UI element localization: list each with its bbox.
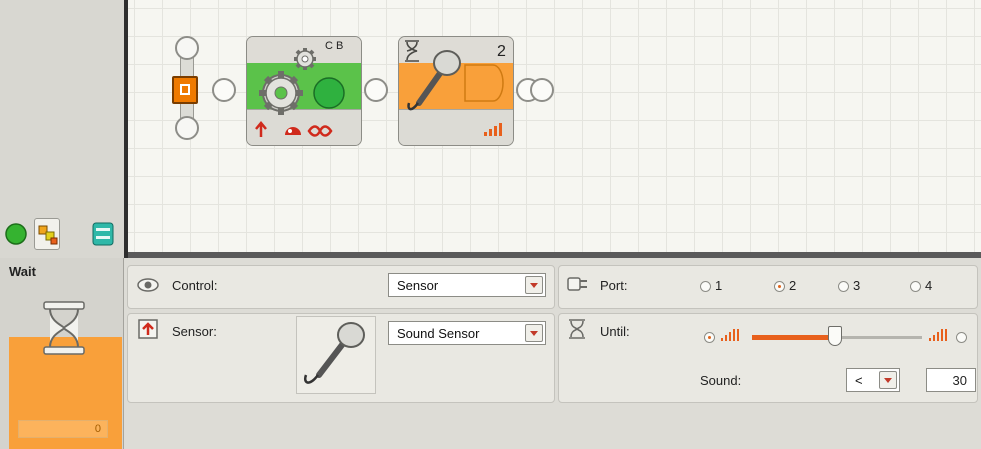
signal-high-icon (929, 329, 947, 341)
sound-value-field[interactable]: 30 (926, 368, 976, 392)
comparison-dropdown[interactable]: < (846, 368, 900, 392)
sound-slider-fill (752, 335, 836, 340)
palette-tab-complete[interactable] (34, 218, 60, 250)
control-dropdown[interactable]: Sensor (388, 273, 546, 297)
port-radio-label-1: 1 (715, 278, 723, 293)
sound-slider-thumb[interactable] (828, 326, 843, 346)
beam-connector-bottom[interactable] (175, 116, 199, 140)
port-radio-label-4: 4 (925, 278, 933, 293)
comparison-value: < (855, 373, 863, 388)
sound-value-text: 30 (952, 373, 967, 388)
palette-tab-common[interactable] (4, 218, 30, 250)
hourglass-icon (569, 319, 585, 339)
chevron-down-icon[interactable] (525, 276, 543, 294)
move-block-status-icons (255, 121, 333, 137)
chevron-down-icon[interactable] (879, 371, 897, 389)
complete-palette-icon (38, 225, 58, 245)
move-block-ports: C B (325, 40, 344, 52)
wait-sound-sensor-block[interactable]: 2 (398, 36, 514, 146)
move-block[interactable]: C B (246, 36, 362, 146)
signal-low-icon (721, 329, 739, 341)
sound-label: Sound: (700, 373, 742, 388)
port-radio-2[interactable] (774, 281, 785, 292)
until-radio-high[interactable] (956, 332, 967, 343)
wire-connector (364, 78, 388, 102)
chevron-down-icon[interactable] (525, 324, 543, 342)
microphone-icon (304, 322, 365, 384)
signal-bars-icon (484, 123, 502, 136)
port-radio-label-2: 2 (789, 278, 797, 293)
port-label: Port: (600, 278, 628, 293)
program-start-point[interactable] (172, 76, 198, 104)
config-panel-title: Wait (9, 264, 36, 279)
control-label: Control: (172, 278, 218, 293)
sensor-dropdown-value: Sound Sensor (397, 326, 480, 341)
sequence-end-connector[interactable] (530, 78, 554, 102)
port-radio-1[interactable] (700, 281, 711, 292)
port-radio-3[interactable] (838, 281, 849, 292)
wire-connector (212, 78, 236, 102)
summary-status-strip: 0 (18, 420, 108, 438)
port-radio-label-3: 3 (853, 278, 861, 293)
port-plug-icon (567, 277, 587, 291)
wait-block-port: 2 (497, 43, 506, 60)
until-label: Until: (600, 324, 630, 339)
sensor-preview (296, 316, 376, 394)
sensor-arrow-icon (138, 319, 158, 339)
custom-palette-icon (92, 222, 114, 246)
summary-status-text: 0 (94, 423, 101, 435)
palette-tab-custom[interactable] (90, 218, 116, 250)
sensor-label: Sensor: (172, 324, 217, 339)
until-radio-low[interactable] (704, 332, 715, 343)
port-radio-4[interactable] (910, 281, 921, 292)
hourglass-icon (43, 301, 85, 355)
eye-icon (137, 278, 159, 292)
green-circle-icon (5, 223, 27, 245)
sensor-dropdown[interactable]: Sound Sensor (388, 321, 546, 345)
control-dropdown-value: Sensor (397, 278, 439, 293)
beam-connector-top[interactable] (175, 36, 199, 60)
